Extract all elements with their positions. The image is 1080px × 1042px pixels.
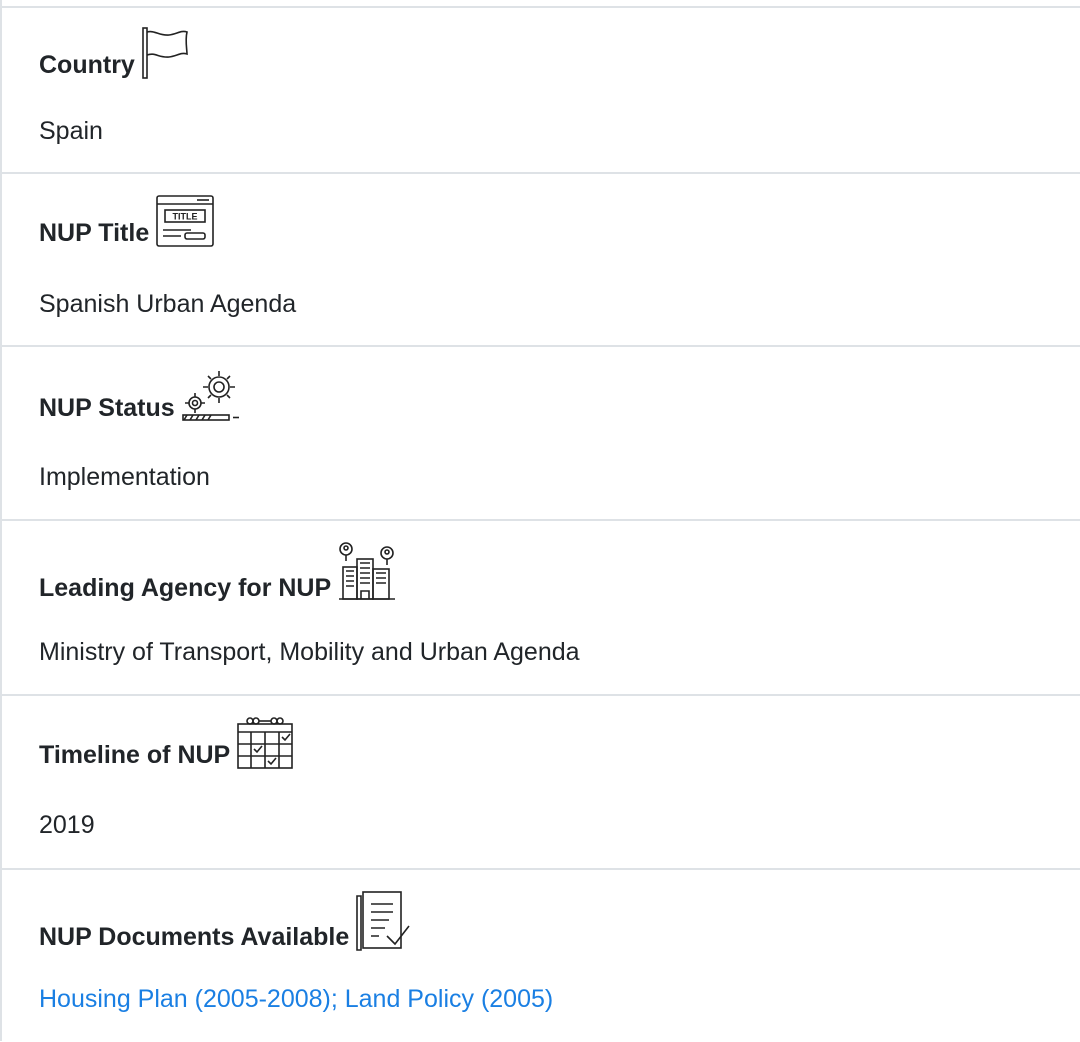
field-value: Ministry of Transport, Mobility and Urba… (39, 638, 580, 666)
field-nup-documents: NUP Documents Available Housing Plan (20… (2, 868, 1080, 1042)
field-label: NUP Status (39, 394, 175, 422)
field-nup-documents-header: NUP Documents Available (39, 890, 413, 952)
field-nup-title: NUP Title TITLE Spanish Urban Agenda (2, 172, 1080, 346)
field-label: NUP Title (39, 219, 150, 247)
nup-info-panel: Country Spain NUP Title TITLE Spanish Ur… (0, 0, 1080, 1041)
field-value: 2019 (39, 811, 95, 839)
field-leading-agency-header: Leading Agency for NUP (39, 541, 397, 603)
field-label: Leading Agency for NUP (39, 574, 332, 602)
field-country-header: Country (39, 26, 191, 80)
gears-progress-icon (181, 367, 241, 423)
field-timeline-header: Timeline of NUP (39, 716, 294, 770)
flag-icon (141, 26, 191, 80)
field-nup-title-header: NUP Title TITLE (39, 194, 215, 248)
svg-text:TITLE: TITLE (173, 212, 198, 222)
field-leading-agency: Leading Agency for NUP Ministry of Trans… (2, 519, 1080, 693)
documents-link[interactable]: Housing Plan (2005-2008); Land Policy (2… (39, 984, 553, 1014)
field-label: Timeline of NUP (39, 741, 231, 769)
field-country: Country Spain (2, 6, 1080, 180)
field-nup-status: NUP Status Implementation (2, 345, 1080, 519)
title-icon: TITLE (155, 194, 215, 248)
field-nup-status-header: NUP Status (39, 367, 241, 423)
field-value: Implementation (39, 463, 210, 491)
document-check-icon (355, 890, 413, 952)
field-timeline: Timeline of NUP 2019 (2, 694, 1080, 868)
field-value: Spanish Urban Agenda (39, 290, 297, 318)
field-value: Spain (39, 117, 103, 145)
calendar-icon (236, 716, 294, 770)
buildings-people-icon (337, 541, 397, 603)
field-label: Country (39, 51, 135, 79)
field-label: NUP Documents Available (39, 923, 350, 951)
